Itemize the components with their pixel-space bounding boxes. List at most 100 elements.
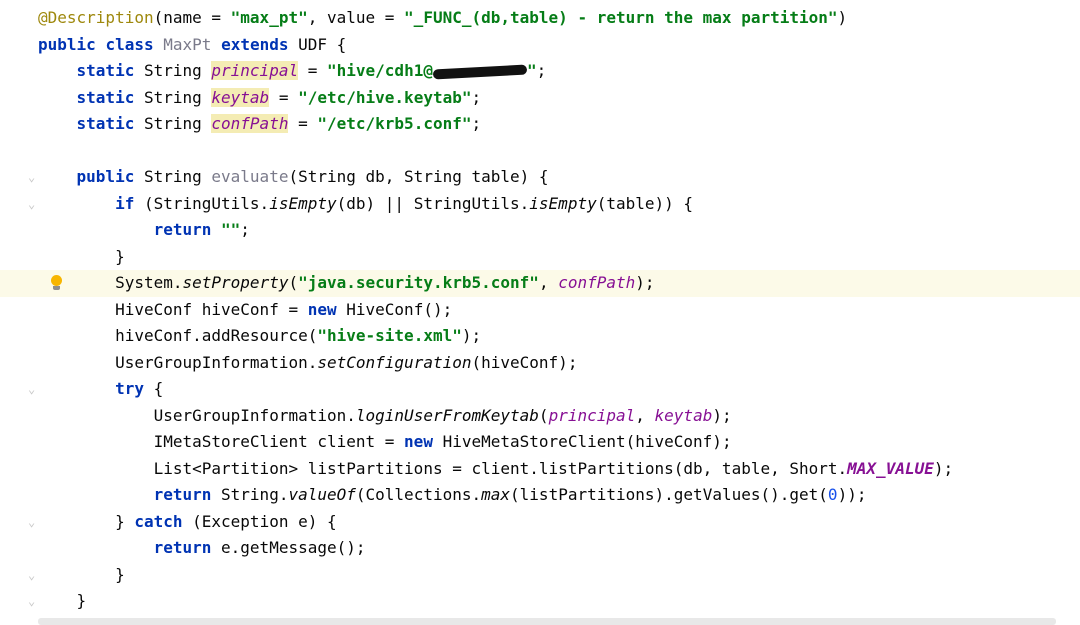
code-line-17[interactable]: IMetaStoreClient client = new HiveMetaSt… bbox=[0, 429, 1080, 456]
string-token: "" bbox=[221, 220, 241, 239]
fold-marker-icon[interactable]: ⌄ bbox=[28, 191, 36, 218]
keyword-token: class bbox=[105, 34, 154, 54]
code-token: HiveConf hiveConf = bbox=[115, 299, 308, 319]
code-line-10[interactable]: } bbox=[0, 244, 1080, 271]
code-token: (name = bbox=[153, 8, 231, 27]
code-token: ); bbox=[635, 273, 655, 292]
string-token: "_FUNC_(db,table) - return the max parti… bbox=[404, 8, 838, 27]
code-token: hiveConf.addResource( bbox=[115, 326, 318, 345]
code-token: String bbox=[134, 87, 212, 107]
code-line-5[interactable]: static String confPath = "/etc/krb5.conf… bbox=[0, 111, 1080, 138]
code-token: ); bbox=[933, 458, 954, 478]
string-token: " bbox=[526, 61, 537, 80]
code-token: )); bbox=[837, 485, 867, 504]
annotation-token: @Description bbox=[38, 8, 154, 27]
code-line-1[interactable]: @Description(name = "max_pt", value = "_… bbox=[0, 5, 1080, 32]
method-call-token: max bbox=[481, 485, 511, 504]
code-token: System. bbox=[115, 273, 183, 292]
code-line-20[interactable]: ⌄ } catch (Exception e) { bbox=[0, 509, 1080, 536]
code-token: ; bbox=[471, 114, 482, 133]
code-token: ( bbox=[288, 273, 299, 292]
keyword-token: catch bbox=[134, 511, 183, 531]
code-token: = bbox=[269, 87, 299, 107]
code-line-3[interactable]: static String principal = "hive/cdh1@ "; bbox=[0, 58, 1080, 85]
code-token: String bbox=[134, 167, 212, 186]
code-token: String. bbox=[211, 485, 289, 504]
fold-marker-icon[interactable]: ⌄ bbox=[28, 588, 36, 615]
code-line-11-current[interactable]: System.setProperty("java.security.krb5.c… bbox=[0, 270, 1080, 297]
keyword-token: public bbox=[38, 34, 96, 54]
keyword-token: new bbox=[307, 299, 337, 319]
method-name-token: evaluate bbox=[211, 167, 289, 186]
code-token: ); bbox=[712, 405, 732, 425]
code-token: } bbox=[115, 511, 135, 531]
code-token: ; bbox=[471, 87, 482, 107]
code-line-15[interactable]: ⌄ try { bbox=[0, 376, 1080, 403]
method-call-token: loginUserFromKeytab bbox=[355, 405, 539, 425]
keyword-token: return bbox=[153, 485, 212, 504]
method-call-token: setProperty bbox=[182, 273, 289, 292]
code-token: } bbox=[115, 564, 125, 584]
code-token: , value = bbox=[307, 8, 405, 27]
code-line-12[interactable]: HiveConf hiveConf = new HiveConf(); bbox=[0, 297, 1080, 324]
keyword-token: new bbox=[404, 432, 433, 451]
code-line-21[interactable]: return e.getMessage(); bbox=[0, 535, 1080, 562]
fold-marker-icon[interactable]: ⌄ bbox=[28, 164, 36, 191]
constant-token: MAX_VALUE bbox=[847, 458, 934, 478]
method-call-token: isEmpty bbox=[529, 193, 597, 213]
code-token: (db) || StringUtils. bbox=[336, 193, 530, 213]
fold-marker-icon[interactable]: ⌄ bbox=[28, 509, 36, 536]
code-line-2[interactable]: public class MaxPt extends UDF { bbox=[0, 32, 1080, 59]
string-token: "hive-site.xml" bbox=[317, 326, 462, 345]
field-token: keytab bbox=[654, 405, 713, 425]
code-token: { bbox=[143, 379, 164, 398]
code-token: , bbox=[635, 405, 655, 425]
code-token: ); bbox=[461, 326, 482, 345]
code-token: UserGroupInformation. bbox=[153, 405, 356, 425]
code-token: UDF { bbox=[288, 34, 347, 54]
keyword-token: return bbox=[153, 220, 212, 239]
field-token: confPath bbox=[211, 114, 289, 133]
code-token: HiveMetaStoreClient(hiveConf); bbox=[432, 432, 732, 451]
string-token: "/etc/krb5.conf" bbox=[317, 114, 472, 133]
code-token: ; bbox=[536, 61, 547, 80]
field-token: principal bbox=[548, 405, 636, 425]
code-token: = bbox=[298, 61, 327, 80]
keyword-token: public bbox=[76, 167, 135, 186]
code-token: (table)) { bbox=[596, 193, 694, 213]
code-line-18[interactable]: List<Partition> listPartitions = client.… bbox=[0, 456, 1080, 483]
class-name-token: MaxPt bbox=[163, 34, 212, 54]
code-token: IMetaStoreClient client = bbox=[153, 432, 405, 451]
code-line-23[interactable]: ⌄ } bbox=[0, 588, 1080, 615]
horizontal-scrollbar[interactable] bbox=[38, 618, 1056, 625]
code-line-4[interactable]: static String keytab = "/etc/hive.keytab… bbox=[0, 85, 1080, 112]
fold-marker-icon[interactable]: ⌄ bbox=[28, 376, 36, 403]
method-call-token: setConfiguration bbox=[317, 352, 472, 372]
code-lines: @Description(name = "max_pt", value = "_… bbox=[0, 5, 1080, 615]
fold-marker-icon[interactable]: ⌄ bbox=[28, 562, 36, 589]
code-line-9[interactable]: return ""; bbox=[0, 217, 1080, 244]
code-token: ) bbox=[837, 8, 848, 27]
field-token: confPath bbox=[558, 273, 636, 292]
keyword-token: static bbox=[76, 114, 135, 133]
keyword-token: static bbox=[76, 61, 135, 80]
code-line-22[interactable]: ⌄ } bbox=[0, 562, 1080, 589]
code-editor[interactable]: @Description(name = "max_pt", value = "_… bbox=[0, 0, 1080, 625]
code-line-8[interactable]: ⌄ if (StringUtils. isEmpty(db) || StringU… bbox=[0, 191, 1080, 218]
code-line-7[interactable]: ⌄ public String evaluate(String db, Stri… bbox=[0, 164, 1080, 191]
code-line-13[interactable]: hiveConf.addResource("hive-site.xml"); bbox=[0, 323, 1080, 350]
code-token: UserGroupInformation. bbox=[115, 352, 318, 372]
code-token: e.getMessage(); bbox=[211, 538, 366, 557]
code-line-16[interactable]: UserGroupInformation.loginUserFromKeytab… bbox=[0, 403, 1080, 430]
code-token: List<Partition> listPartitions = client.… bbox=[153, 458, 848, 478]
code-token: (StringUtils. bbox=[134, 193, 270, 213]
code-line-6[interactable] bbox=[0, 138, 1080, 165]
code-line-19[interactable]: return String.valueOf(Collections.max(li… bbox=[0, 482, 1080, 509]
code-token: String bbox=[134, 61, 212, 80]
keyword-token: static bbox=[76, 87, 135, 107]
keyword-token: if bbox=[115, 193, 135, 213]
code-line-14[interactable]: UserGroupInformation.setConfiguration(hi… bbox=[0, 350, 1080, 377]
code-token: = bbox=[288, 114, 318, 133]
keyword-token: return bbox=[153, 538, 212, 557]
number-token: 0 bbox=[827, 485, 838, 504]
